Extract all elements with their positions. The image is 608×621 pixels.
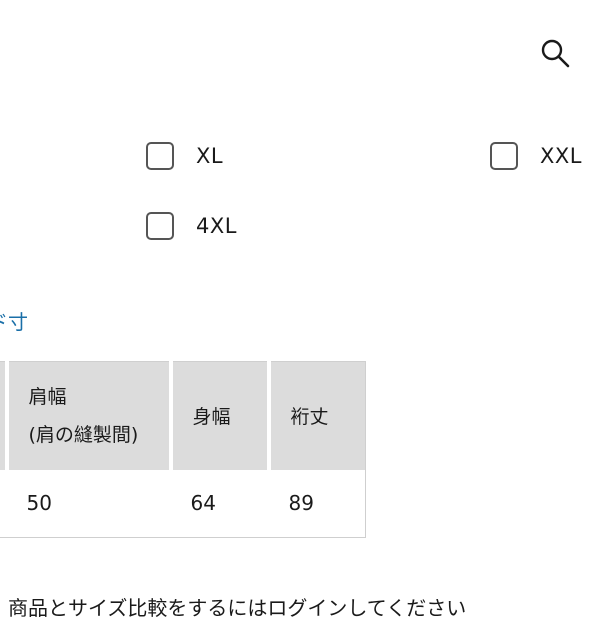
size-xxl-label: XXL [540, 144, 582, 168]
size-option-4xl[interactable]: 4XL [146, 212, 237, 240]
size-table-header-body-width: 身幅 [168, 361, 269, 470]
shoulder-header-line1: 肩幅 [28, 385, 67, 408]
size-table: 肩幅 (肩の縫製間) 身幅 裄丈 50 64 89 [0, 361, 366, 538]
table-row: 50 64 89 [0, 469, 366, 538]
login-prompt-text: 商品とサイズ比較をするにはログインしてください [8, 596, 467, 620]
size-xl-label: XL [196, 144, 224, 168]
size-4xl-checkbox[interactable] [146, 212, 174, 240]
size-option-xxl[interactable]: XXL [490, 142, 582, 170]
size-xxl-checkbox[interactable] [490, 142, 518, 170]
size-xl-checkbox[interactable] [146, 142, 174, 170]
size-table-cell-shoulder: 50 [6, 469, 171, 538]
search-icon [541, 39, 570, 68]
shoulder-header-line2: (肩の縫製間) [28, 423, 139, 446]
size-table-header-sleeve-length: 裄丈 [266, 361, 366, 470]
size-4xl-label: 4XL [196, 214, 237, 238]
size-table-header-shoulder: 肩幅 (肩の縫製間) [4, 361, 171, 470]
search-button[interactable] [537, 36, 573, 72]
product-dimensions-link[interactable]: ド寸 [0, 306, 28, 335]
size-option-xl[interactable]: XL [146, 142, 223, 170]
size-table-header-row: 肩幅 (肩の縫製間) 身幅 裄丈 [0, 361, 366, 470]
size-table-cell-body-width: 64 [170, 469, 269, 538]
size-table-cell-sleeve-length: 89 [268, 469, 366, 538]
